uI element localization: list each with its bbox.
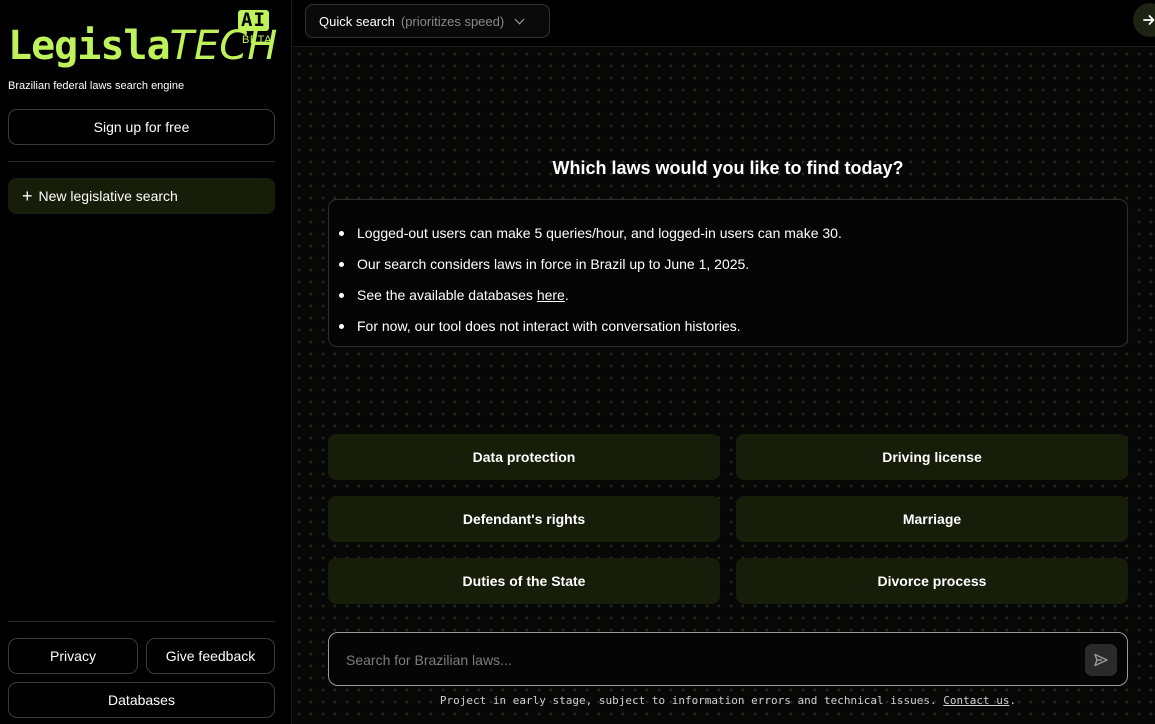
logo-name-bold: Legisla xyxy=(8,23,171,69)
feedback-button[interactable]: Give feedback xyxy=(146,638,275,674)
send-button[interactable] xyxy=(1085,644,1117,676)
suggestion-duties-of-the-state[interactable]: Duties of the State xyxy=(328,558,720,604)
info-item: Our search considers laws in force in Br… xyxy=(339,249,1127,280)
info-item: See the available databases here. xyxy=(339,280,1127,311)
search-mode-select[interactable]: Quick search (prioritizes speed) xyxy=(305,4,550,38)
sidebar-divider-bottom xyxy=(8,621,275,622)
databases-link[interactable]: here xyxy=(537,287,565,303)
new-search-button[interactable]: + New legislative search xyxy=(8,178,275,214)
main-area: Quick search (prioritizes speed) Which l… xyxy=(293,0,1155,724)
suggestion-driving-license[interactable]: Driving license xyxy=(736,434,1128,480)
arrow-right-icon[interactable] xyxy=(1133,3,1155,37)
tagline: Brazilian federal laws search engine xyxy=(8,80,185,92)
suggestion-divorce-process[interactable]: Divorce process xyxy=(736,558,1128,604)
search-mode-label: Quick search xyxy=(319,13,395,29)
footer-note: Project in early stage, subject to infor… xyxy=(328,694,1128,707)
suggestion-marriage[interactable]: Marriage xyxy=(736,496,1128,542)
footer-punct: . xyxy=(1009,694,1017,707)
send-icon xyxy=(1094,653,1108,667)
page-heading: Which laws would you like to find today? xyxy=(552,158,904,178)
search-mode-hint: (prioritizes speed) xyxy=(400,13,505,29)
footer-text: Project in early stage, subject to infor… xyxy=(439,694,944,707)
info-item: Logged-out users can make 5 queries/hour… xyxy=(339,218,1127,249)
search-box xyxy=(328,632,1128,686)
privacy-button[interactable]: Privacy xyxy=(8,638,138,674)
suggestion-data-protection[interactable]: Data protection xyxy=(328,434,720,480)
search-input[interactable] xyxy=(346,649,1066,671)
topbar: Quick search (prioritizes speed) xyxy=(293,0,1155,47)
logo-ai-badge: AI xyxy=(238,10,269,31)
info-item-text: See the available databases xyxy=(357,287,537,303)
databases-button[interactable]: Databases xyxy=(8,682,275,718)
new-search-label: New legislative search xyxy=(38,188,178,204)
chevron-down-icon xyxy=(514,14,525,24)
beta-badge: BETA xyxy=(242,34,272,46)
sidebar-divider xyxy=(8,161,275,162)
contact-us-link[interactable]: Contact us xyxy=(943,694,1009,707)
signup-button[interactable]: Sign up for free xyxy=(8,109,275,145)
plus-icon: + xyxy=(22,186,33,206)
info-item: For now, our tool does not interact with… xyxy=(339,311,1127,342)
logo-wordmark: LegislaTECH xyxy=(8,24,277,68)
suggestion-defendants-rights[interactable]: Defendant's rights xyxy=(328,496,720,542)
logo[interactable]: LegislaTECH AI BETA xyxy=(8,6,288,72)
sidebar: LegislaTECH AI BETA Brazilian federal la… xyxy=(0,0,292,724)
info-item-punct: . xyxy=(564,287,569,303)
info-box: Logged-out users can make 5 queries/hour… xyxy=(328,199,1128,347)
